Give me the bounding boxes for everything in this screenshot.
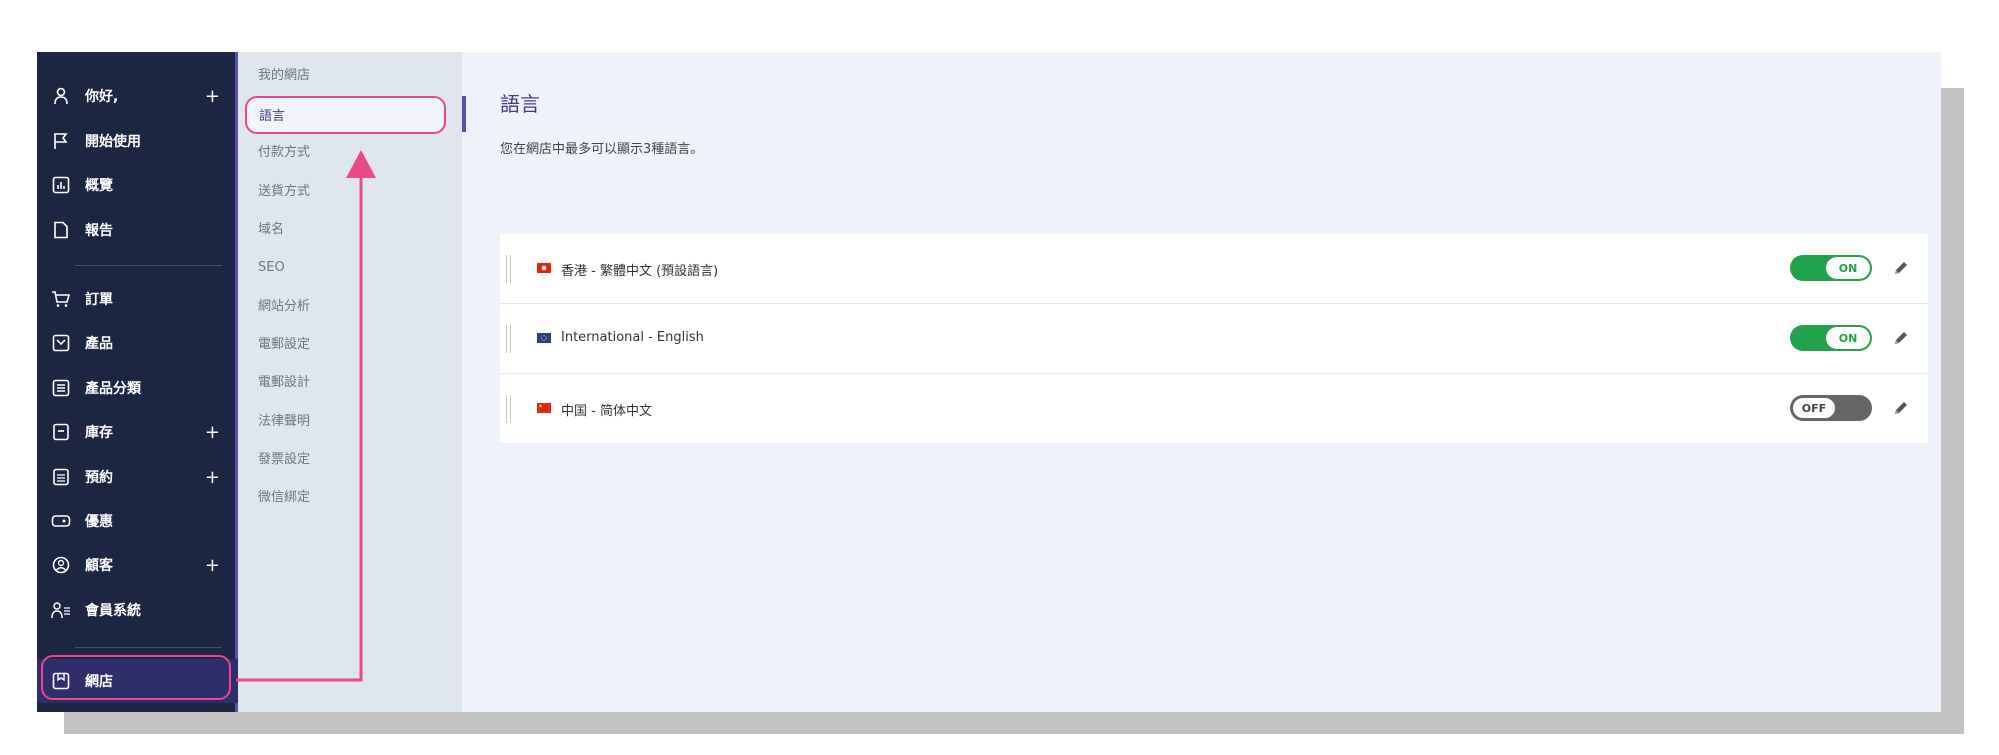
highlight-online-store [41,655,231,700]
document-icon [51,220,71,240]
submenu-item-my-store[interactable]: 我的網店 [258,66,310,86]
submenu-item-invoice[interactable]: 發票設定 [258,450,310,470]
calendar-icon [51,467,71,487]
list-icon [51,378,71,398]
main-content: 語言 您在網店中最多可以顯示3種語言。 香港 - 繁體中文 (預設語言) ON … [462,52,1941,712]
expand-plus-icon[interactable]: + [205,555,220,576]
sidebar-item-categories[interactable]: 產品分類 [37,368,238,408]
store-submenu: 我的網店 語言 付款方式 送貨方式 域名 SEO 網站分析 電郵設定 電郵設計 … [238,52,466,712]
app-window: 你好, + 開始使用 概覽 報告 訂單 產品 產品分類 庫存 + 預約 + 優惠… [37,52,1941,712]
sidebar-item-label: 顧客 [85,558,113,574]
language-name: 香港 - 繁體中文 (預設語言) [561,264,719,279]
language-toggle[interactable]: OFF [1790,395,1872,421]
sidebar-item-getting-started[interactable]: 開始使用 [37,121,238,161]
hk-flag-icon [537,263,551,273]
submenu-item-email-design[interactable]: 電郵設計 [258,373,310,393]
sidebar-item-promotions[interactable]: 優惠 [37,501,238,541]
drag-handle-icon[interactable] [506,255,511,283]
submenu-item-domain[interactable]: 域名 [258,220,284,240]
toggle-label: ON [1826,327,1870,349]
inventory-icon [51,422,71,442]
sidebar-item-inventory[interactable]: 庫存 + [37,412,238,452]
submenu-item-shipping[interactable]: 送貨方式 [258,182,310,202]
language-row: 中国 - 简体中文 OFF [500,374,1928,443]
sidebar-item-label: 會員系統 [85,603,141,619]
customer-icon [51,555,71,575]
pencil-icon[interactable] [1892,399,1910,417]
expand-plus-icon[interactable]: + [205,86,220,107]
cart-icon [51,289,71,309]
sidebar-item-products[interactable]: 產品 [37,323,238,363]
sidebar-item-members[interactable]: 會員系統 [37,590,238,630]
sidebar-item-label: 概覽 [85,178,113,194]
submenu-item-payment[interactable]: 付款方式 [258,143,310,163]
submenu-item-seo[interactable]: SEO [258,258,285,278]
drag-handle-icon[interactable] [506,395,511,423]
product-icon [51,333,71,353]
language-toggle[interactable]: ON [1790,325,1872,351]
sidebar-item-label: 報告 [85,223,113,239]
sidebar-item-label: 產品 [85,336,113,352]
expand-plus-icon[interactable]: + [205,467,220,488]
sidebar-item-label: 預約 [85,470,113,486]
language-row: 香港 - 繁體中文 (預設語言) ON [500,234,1928,304]
language-toggle[interactable]: ON [1790,255,1872,281]
submenu-item-email-settings[interactable]: 電郵設定 [258,335,310,355]
user-icon [51,86,71,106]
coupon-icon [51,511,71,531]
sidebar-item-overview[interactable]: 概覽 [37,165,238,205]
sidebar-item-label: 你好, [85,89,119,105]
eu-flag-icon [537,333,551,343]
sidebar-item-label: 優惠 [85,514,113,530]
submenu-item-wechat[interactable]: 微信綁定 [258,488,310,508]
sidebar-item-label: 訂單 [85,292,113,308]
cn-flag-icon [537,403,551,413]
sidebar-item-customers[interactable]: 顧客 + [37,545,238,585]
expand-plus-icon[interactable]: + [205,422,220,443]
sidebar: 你好, + 開始使用 概覽 報告 訂單 產品 產品分類 庫存 + 預約 + 優惠… [37,52,238,712]
language-name: International - English [561,330,704,345]
sidebar-item-label: 開始使用 [85,134,141,150]
language-name: 中国 - 简体中文 [561,404,652,419]
toggle-label: OFF [1792,397,1836,419]
sidebar-item-orders[interactable]: 訂單 [37,279,238,319]
chart-icon [51,175,71,195]
highlight-language-label: 語言 [259,109,286,124]
members-icon [51,600,71,620]
flag-icon [51,131,71,151]
toggle-label: ON [1826,257,1870,279]
language-row: International - English ON [500,304,1928,374]
sidebar-divider [75,265,222,266]
page-title: 語言 [500,92,540,116]
sidebar-item-label: 庫存 [85,425,113,441]
pencil-icon[interactable] [1892,259,1910,277]
sidebar-item-label: 產品分類 [85,381,141,397]
language-list: 香港 - 繁體中文 (預設語言) ON International - Engl… [500,234,1928,443]
page-description: 您在網店中最多可以顯示3種語言。 [500,142,704,157]
sidebar-divider [75,647,222,648]
drag-handle-icon[interactable] [506,325,511,353]
sidebar-item-booking[interactable]: 預約 + [37,457,238,497]
pencil-icon[interactable] [1892,329,1910,347]
sidebar-item-reports[interactable]: 報告 [37,210,238,250]
submenu-item-analytics[interactable]: 網站分析 [258,297,310,317]
sidebar-item-greeting[interactable]: 你好, + [37,76,238,116]
submenu-item-legal[interactable]: 法律聲明 [258,412,310,432]
